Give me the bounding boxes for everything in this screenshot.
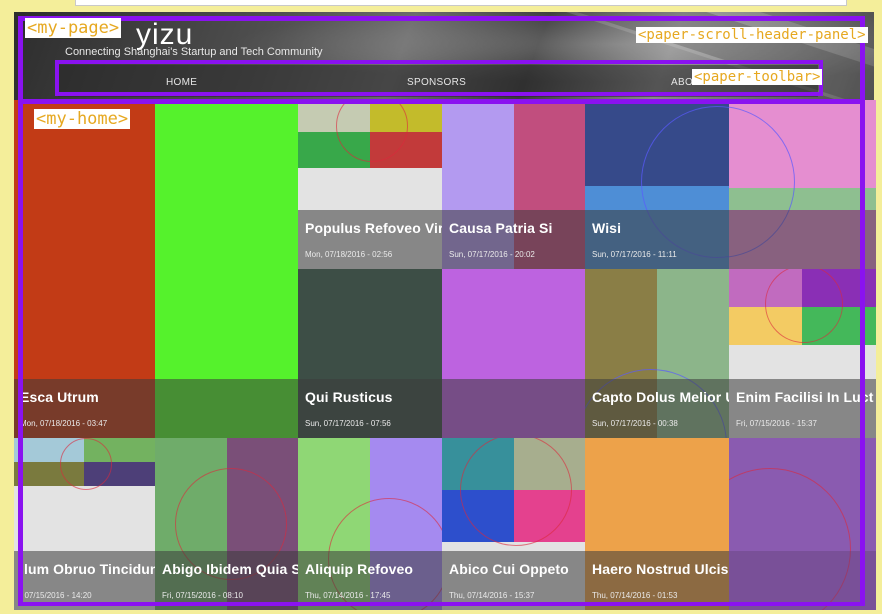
browser-url-bar[interactable] <box>75 0 847 6</box>
annotation-label-header-panel: <paper-scroll-header-panel> <box>636 27 868 43</box>
annotation-label-toolbar: <paper-toolbar> <box>692 69 823 85</box>
annotation-box-my-home <box>19 100 864 606</box>
annotation-label-my-page: <my-page> <box>25 18 122 38</box>
annotation-label-my-home: <my-home> <box>34 109 131 129</box>
